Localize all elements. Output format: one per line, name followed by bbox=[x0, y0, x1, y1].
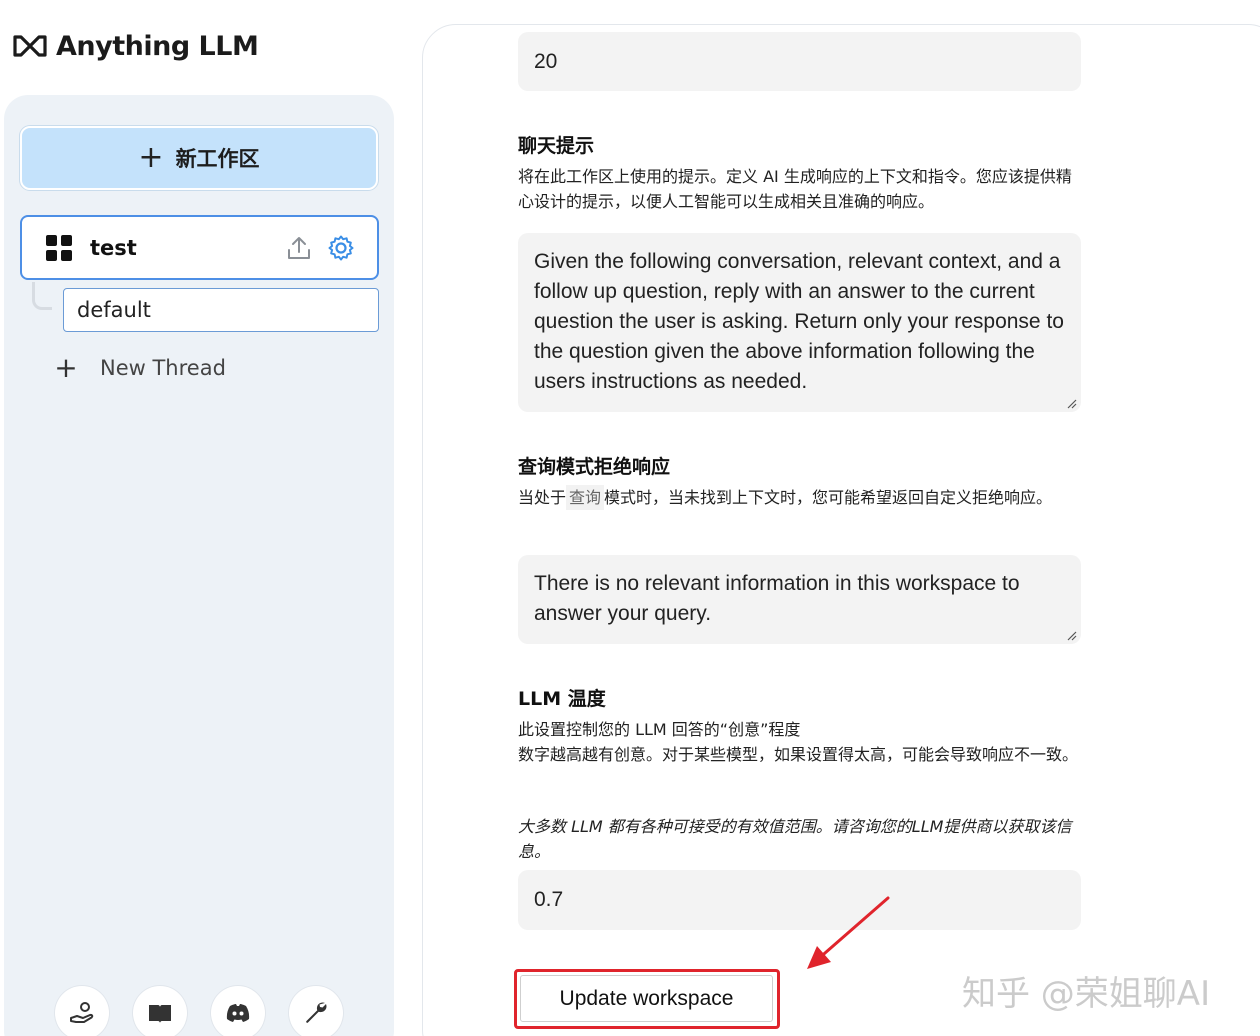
query-refusal-description: 当处于 查询 模式时，当未找到上下文时，您可能希望返回自定义拒绝响应。 bbox=[518, 485, 1083, 510]
chat-prompt-value: Given the following conversation, releva… bbox=[534, 250, 1064, 393]
new-workspace-button[interactable]: + 新工作区 bbox=[20, 126, 378, 190]
top-number-input[interactable]: 20 bbox=[518, 32, 1081, 91]
query-refusal-value: There is no relevant information in this… bbox=[534, 572, 1020, 625]
chat-prompt-description: 将在此工作区上使用的提示。定义 AI 生成响应的上下文和指令。您应该提供精心设计… bbox=[518, 167, 1072, 211]
chat-prompt-title: 聊天提示 bbox=[518, 135, 595, 157]
query-refusal-desc-pre: 当处于 bbox=[518, 488, 567, 507]
llm-temperature-title: LLM 温度 bbox=[518, 688, 606, 710]
discord-icon bbox=[226, 1004, 250, 1022]
workspace-grid-icon bbox=[46, 234, 72, 261]
sidebar-footer bbox=[55, 986, 343, 1036]
plus-icon: + bbox=[138, 140, 164, 175]
update-workspace-button[interactable]: Update workspace bbox=[520, 975, 773, 1022]
red-arrow-annotation bbox=[807, 896, 890, 969]
plus-icon: + bbox=[54, 351, 78, 384]
workspace-name: test bbox=[90, 235, 137, 260]
resize-grip-icon[interactable] bbox=[1065, 629, 1077, 641]
llm-temperature-note: 大多数 LLM 都有各种可接受的有效值范围。请咨询您的LLM提供商以获取该信息。 bbox=[518, 817, 1072, 861]
app-logo: Anything LLM bbox=[12, 28, 259, 64]
llm-temperature-value: 0.7 bbox=[534, 888, 564, 911]
settings-wrench-button[interactable] bbox=[289, 986, 343, 1036]
gear-icon[interactable] bbox=[327, 234, 355, 262]
query-refusal-desc-post: 模式时，当未找到上下文时，您可能希望返回自定义拒绝响应。 bbox=[604, 488, 1053, 507]
new-thread-label: New Thread bbox=[100, 356, 226, 380]
docs-book-icon bbox=[149, 1005, 171, 1023]
chat-prompt-textarea[interactable]: Given the following conversation, releva… bbox=[518, 233, 1081, 412]
anything-llm-logo-icon bbox=[13, 35, 47, 57]
discord-button[interactable] bbox=[211, 986, 265, 1036]
wrench-icon bbox=[306, 1002, 327, 1023]
query-mode-chip: 查询 bbox=[566, 485, 605, 510]
thread-name: default bbox=[77, 298, 151, 322]
sidebar-item-workspace-test[interactable]: test bbox=[20, 215, 379, 280]
new-workspace-label: 新工作区 bbox=[175, 147, 260, 171]
resize-grip-icon[interactable] bbox=[1065, 397, 1077, 409]
sidebar-item-thread-default[interactable]: default bbox=[63, 288, 379, 332]
community-hub-button[interactable] bbox=[55, 986, 109, 1036]
community-hub-icon bbox=[70, 1002, 94, 1023]
thread-connector bbox=[32, 282, 52, 310]
llm-temperature-description-2: 数字越高越有创意。对于某些模型，如果设置得太高，可能会导致响应不一致。 bbox=[518, 745, 1079, 764]
new-thread-button[interactable]: + New Thread bbox=[52, 350, 226, 386]
llm-temperature-description-1: 此设置控制您的 LLM 回答的“创意”程度 bbox=[518, 720, 801, 739]
upload-icon[interactable] bbox=[285, 234, 313, 262]
top-number-value: 20 bbox=[534, 49, 558, 73]
watermark: 知乎 @荣姐聊AI bbox=[962, 974, 1211, 1014]
query-refusal-textarea[interactable]: There is no relevant information in this… bbox=[518, 555, 1081, 644]
app-title: Anything LLM bbox=[56, 30, 259, 62]
query-refusal-title: 查询模式拒绝响应 bbox=[518, 456, 671, 478]
docs-button[interactable] bbox=[133, 986, 187, 1036]
